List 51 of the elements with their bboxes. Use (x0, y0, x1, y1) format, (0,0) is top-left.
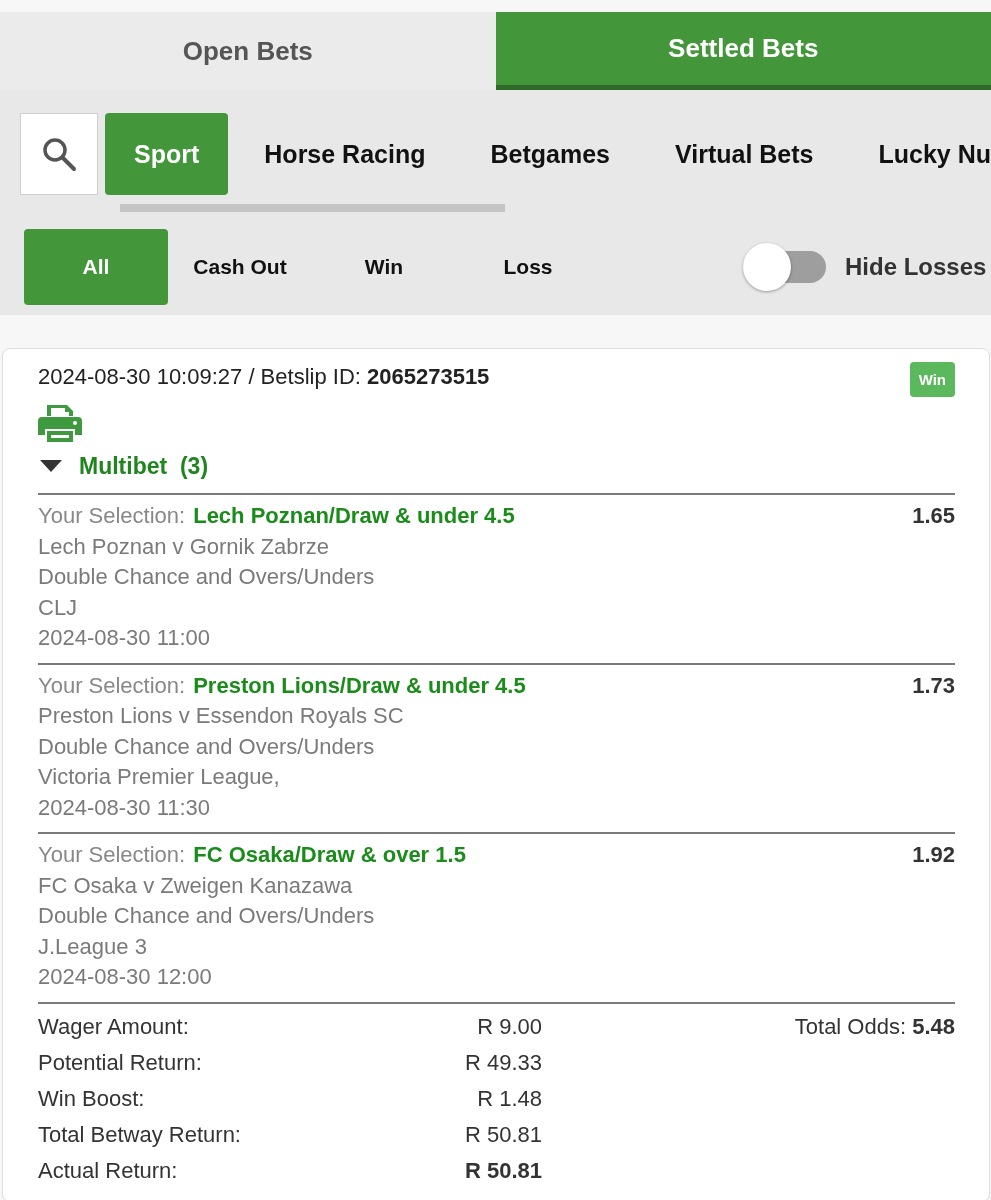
match-name: Preston Lions v Essendon Royals SC (38, 702, 405, 730)
selection-label: Your Selection: (38, 672, 186, 698)
filter-tab[interactable]: Win (312, 229, 456, 305)
selection-name: Lech Poznan/Draw & under 4.5 (193, 503, 515, 528)
selection-label: Your Selection: (38, 842, 186, 867)
league-name: CLJ (38, 593, 79, 622)
search-button[interactable] (20, 113, 99, 195)
odds-value: 1.92 (912, 841, 955, 869)
caret-down-icon[interactable] (40, 460, 62, 472)
market-name: Double Chance and Overs/Unders (38, 732, 376, 761)
toggle-label: Hide Losses (845, 253, 987, 281)
search-icon (41, 136, 77, 172)
filter-tab[interactable]: All (24, 229, 168, 305)
summary-value: R 1.48 (476, 1084, 542, 1113)
summary-value: R 49.33 (464, 1048, 542, 1077)
toggle-switch[interactable] (743, 243, 826, 291)
category-tab[interactable]: Horse Racing (235, 113, 455, 195)
category-tab[interactable]: Virtual Bets (646, 113, 843, 195)
match-name: Lech Poznan v Gornik Zabrze (38, 532, 331, 561)
kickoff-time: 2024-08-30 11:00 (38, 624, 212, 652)
market-name: Double Chance and Overs/Unders (38, 902, 376, 930)
total-odds: Total Odds: 5.48 (794, 1012, 955, 1041)
summary-label: Win Boost: (38, 1084, 146, 1113)
selection-name: Preston Lions/Draw & under 4.5 (193, 672, 526, 698)
kickoff-time: 2024-08-30 11:30 (38, 793, 212, 822)
summary-value: R 9.00 (476, 1012, 542, 1041)
summary-label: Wager Amount: (38, 1012, 190, 1041)
odds-value: 1.73 (912, 671, 955, 700)
betslip-header: 2024-08-30 10:09:27 / Betslip ID: 2065273515 (38, 363, 490, 391)
summary-label: Potential Return: (38, 1048, 203, 1077)
filter-tab[interactable]: Cash Out (168, 229, 312, 305)
filter-tab[interactable]: Loss (456, 229, 600, 305)
summary-label: Actual Return: (38, 1156, 179, 1185)
kickoff-time: 2024-08-30 12:00 (38, 963, 213, 991)
status-badge: Win (909, 362, 955, 397)
match-name: FC Osaka v Zweigen Kanazawa (38, 871, 354, 900)
summary-label: Total Betway Return: (38, 1120, 242, 1149)
league-name: Victoria Premier League, (38, 763, 281, 791)
bet-type-label: Multibet (3) (79, 452, 209, 480)
selection-name: FC Osaka/Draw & over 1.5 (193, 842, 466, 867)
category-tab[interactable]: Sport (105, 113, 229, 195)
summary-value: R 50.81 (464, 1120, 542, 1149)
odds-value: 1.65 (912, 502, 955, 530)
selection-label: Your Selection: (38, 503, 186, 528)
category-tab[interactable]: Lucky Nu (849, 113, 991, 195)
category-tab[interactable]: Betgames (461, 113, 639, 195)
league-name: J.League 3 (38, 932, 148, 961)
summary-value: R 50.81 (464, 1156, 542, 1185)
printer-icon[interactable] (38, 404, 82, 442)
bets-tab[interactable]: Settled Bets (495, 12, 991, 90)
market-name: Double Chance and Overs/Unders (38, 563, 376, 591)
